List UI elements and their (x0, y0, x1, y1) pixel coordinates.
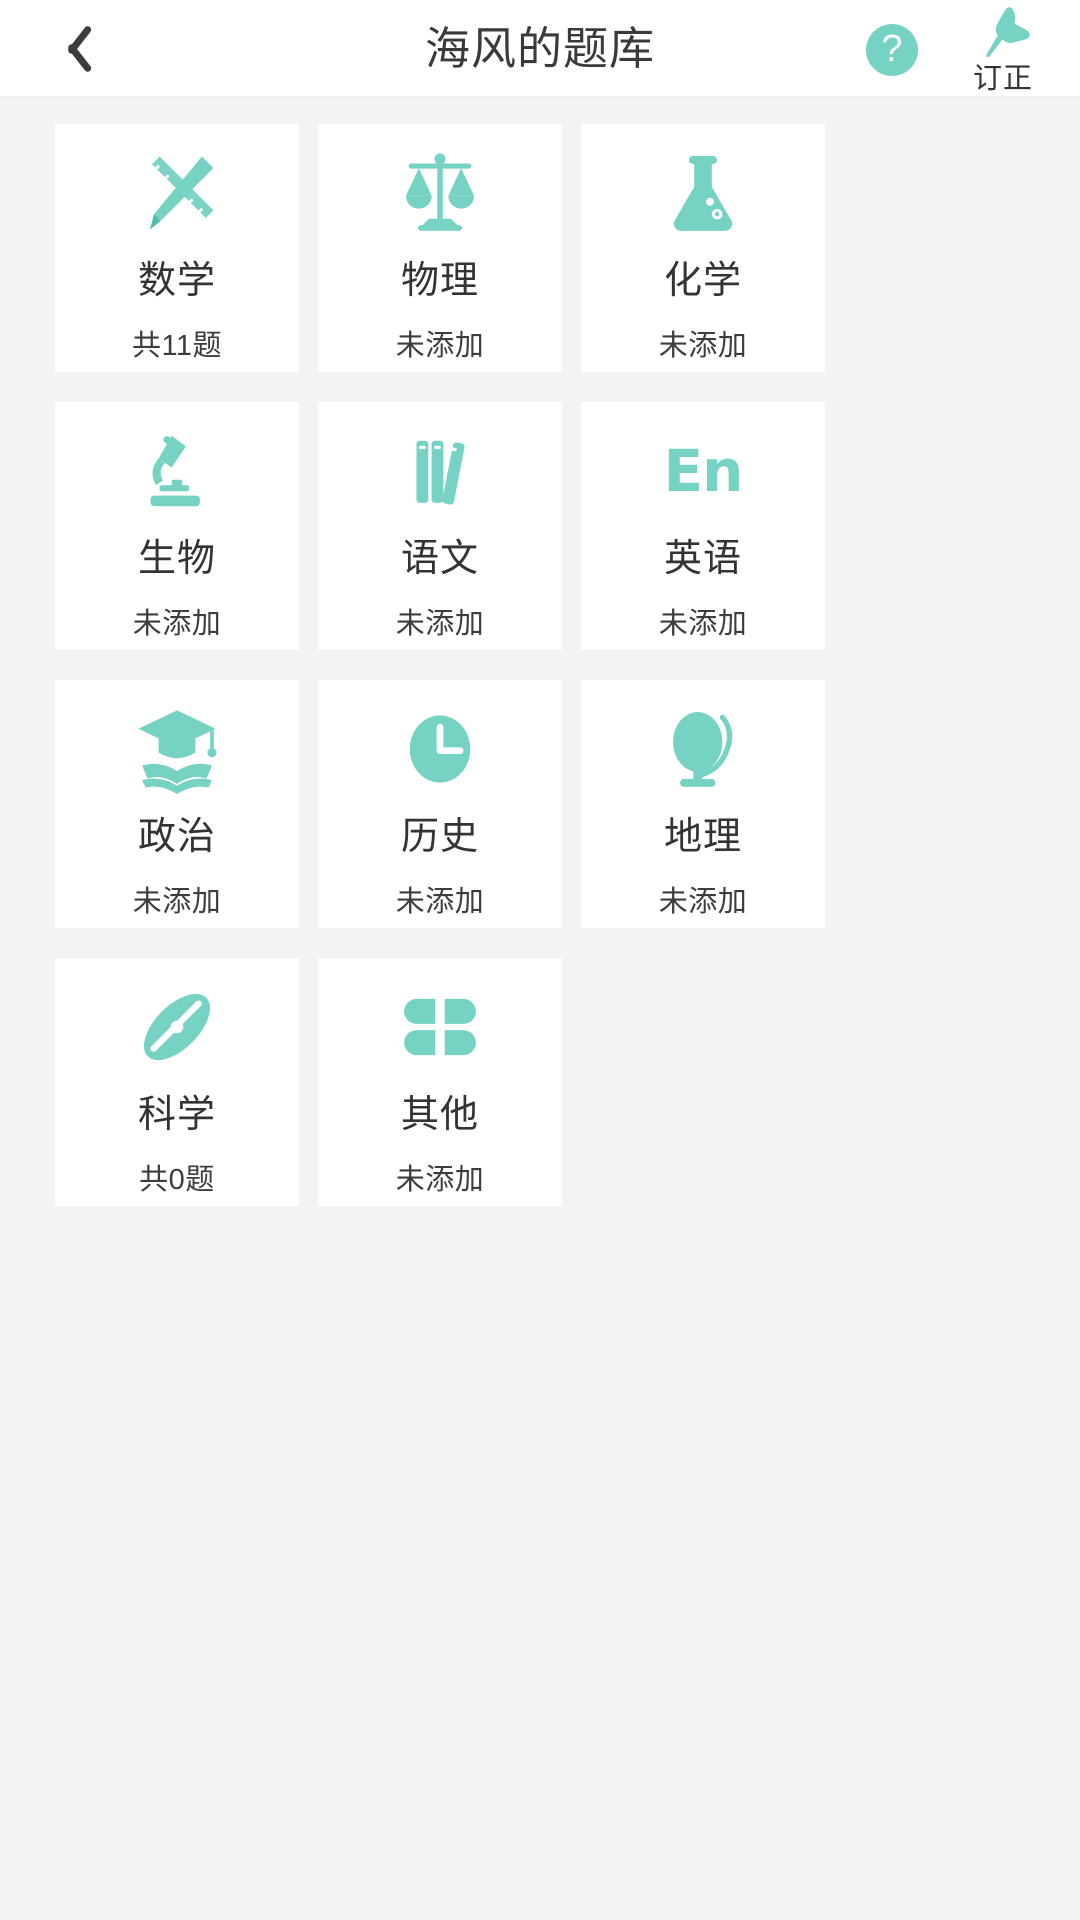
subject-status: 未添加 (395, 886, 485, 918)
en-glyph: En (663, 437, 744, 505)
subject-status: 未添加 (658, 886, 748, 918)
books-icon (398, 412, 482, 530)
globe-icon (659, 690, 747, 808)
subject-name: 生物 (137, 538, 216, 580)
subject-grid: 数学 共11题 物理 未添加 化学 未添加 生物 未添加 语文 未添加 En 英… (0, 98, 1080, 1206)
subject-name: 政治 (137, 816, 216, 858)
subject-card-politics[interactable]: 政治 未添加 (55, 680, 299, 928)
atom-icon (132, 968, 222, 1086)
graduation-cap-icon (131, 690, 223, 808)
pushpin-icon (971, 6, 1035, 64)
subject-status: 未添加 (395, 330, 485, 362)
en-text-icon: En (663, 412, 744, 530)
four-petal-icon (401, 968, 479, 1086)
subject-status: 未添加 (658, 330, 748, 362)
subject-card-biology[interactable]: 生物 未添加 (55, 402, 299, 650)
subject-status: 未添加 (395, 608, 485, 640)
subject-card-math[interactable]: 数学 共11题 (55, 124, 299, 372)
subject-card-history[interactable]: 历史 未添加 (318, 680, 562, 928)
flask-icon (659, 134, 747, 252)
clock-icon (398, 690, 482, 808)
subject-card-english[interactable]: En 英语 未添加 (581, 402, 825, 650)
correct-button[interactable]: 订正 (948, 6, 1058, 98)
pencil-ruler-icon (129, 134, 225, 252)
subject-name: 语文 (400, 538, 479, 580)
subject-status: 共11题 (131, 330, 223, 362)
subject-status: 共0题 (139, 1164, 215, 1196)
subject-card-other[interactable]: 其他 未添加 (318, 958, 562, 1206)
app-header: 海风的题库 ? 订正 (0, 0, 1080, 98)
subject-name: 化学 (663, 260, 742, 302)
subject-card-chinese[interactable]: 语文 未添加 (318, 402, 562, 650)
subject-status: 未添加 (132, 608, 222, 640)
page-title: 海风的题库 (424, 23, 655, 74)
balance-scale-icon (394, 134, 486, 252)
subject-card-science[interactable]: 科学 共0题 (55, 958, 299, 1206)
subject-status: 未添加 (658, 608, 748, 640)
subject-name: 科学 (137, 1094, 216, 1136)
subject-name: 数学 (137, 260, 216, 302)
question-mark-icon: ? (881, 28, 903, 70)
subject-name: 历史 (400, 816, 479, 858)
correct-label: 订正 (972, 63, 1033, 95)
subject-name: 物理 (400, 260, 479, 302)
subject-card-physics[interactable]: 物理 未添加 (318, 124, 562, 372)
microscope-icon (133, 412, 221, 530)
help-button[interactable]: ? (866, 24, 918, 76)
header-divider (0, 96, 1080, 98)
subject-card-chemistry[interactable]: 化学 未添加 (581, 124, 825, 372)
subject-status: 未添加 (132, 886, 222, 918)
subject-card-geography[interactable]: 地理 未添加 (581, 680, 825, 928)
subject-name: 地理 (663, 816, 742, 858)
subject-name: 英语 (663, 538, 742, 580)
subject-name: 其他 (400, 1094, 479, 1136)
subject-status: 未添加 (395, 1164, 485, 1196)
